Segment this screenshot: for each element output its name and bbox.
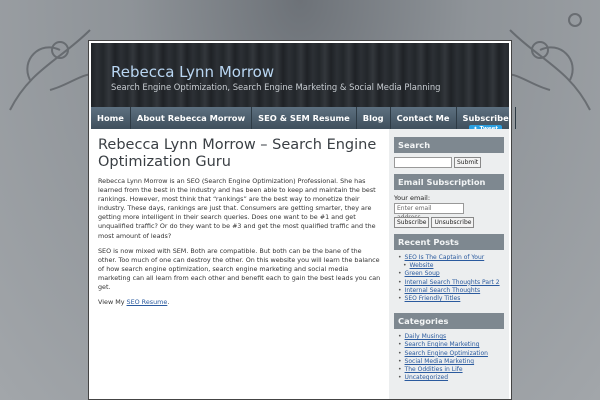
category-item[interactable]: Daily Musings — [398, 333, 504, 341]
site-header: Rebecca Lynn Morrow Search Engine Optimi… — [91, 43, 509, 107]
category-item[interactable]: Social Media Marketing — [398, 358, 504, 366]
nav-about[interactable]: About Rebecca Morrow — [131, 107, 253, 129]
nav-resume[interactable]: SEO & SEM Resume — [252, 107, 357, 129]
recent-post-item[interactable]: Internal Search Thoughts — [398, 287, 504, 295]
category-item[interactable]: Uncategorized — [398, 374, 504, 382]
search-input[interactable] — [394, 157, 452, 168]
email-input[interactable]: Enter email address... — [394, 203, 464, 221]
view-prefix: View My — [98, 298, 127, 307]
post-title: Rebecca Lynn Morrow – Search Engine Opti… — [98, 137, 377, 170]
site-description: Search Engine Optimization, Search Engin… — [111, 82, 441, 92]
email-subscription-widget: Email Subscription Your email: Enter ema… — [394, 174, 504, 228]
recent-post-item[interactable]: SEO Friendly Titles — [398, 295, 504, 303]
site-title[interactable]: Rebecca Lynn Morrow — [111, 63, 274, 81]
main-navigation: Home About Rebecca Morrow SEO & SEM Resu… — [91, 107, 516, 129]
recent-post-item[interactable]: Internal Search Thoughts Part 2 — [398, 279, 504, 287]
email-widget-title: Email Subscription — [394, 174, 504, 190]
subscribe-button[interactable]: Subscribe — [394, 217, 430, 228]
post-view-resume: View My SEO Resume. — [98, 298, 382, 307]
search-submit-button[interactable]: Submit — [454, 157, 482, 168]
category-item[interactable]: Search Engine Optimization — [398, 350, 504, 358]
categories-widget: Categories Daily Musings Search Engine M… — [394, 313, 504, 382]
nav-blog[interactable]: Blog — [357, 107, 391, 129]
view-suffix: . — [167, 298, 170, 307]
recent-post-item[interactable]: Green Soup — [398, 270, 504, 278]
recent-post-item[interactable]: SEO Is The Captain of Your — [398, 254, 504, 262]
post-paragraph-2: SEO is now mixed with SEM. Both are comp… — [98, 246, 381, 292]
categories-title: Categories — [394, 313, 504, 330]
recent-post-item[interactable]: Website — [398, 262, 504, 270]
recent-posts-widget: Recent Posts SEO Is The Captain of Your … — [394, 234, 504, 303]
email-label: Your email: — [394, 194, 431, 202]
search-widget: Search Submit — [394, 137, 504, 168]
category-item[interactable]: Search Engine Marketing — [398, 341, 504, 349]
category-item[interactable]: The Oddities in Life — [398, 366, 504, 374]
recent-posts-title: Recent Posts — [394, 234, 504, 250]
nav-home[interactable]: Home — [91, 107, 131, 129]
page-container: Rebecca Lynn Morrow Search Engine Optimi… — [88, 40, 516, 400]
nav-contact[interactable]: Contact Me — [391, 107, 457, 129]
sidebar: Search Submit Email Subscription Your em… — [389, 129, 509, 399]
search-widget-title: Search — [394, 137, 504, 153]
unsubscribe-button[interactable]: Unsubscribe — [431, 217, 475, 228]
main-content: Rebecca Lynn Morrow – Search Engine Opti… — [91, 129, 389, 399]
post-paragraph-1: Rebecca Lynn Morrow is an SEO (Search En… — [98, 177, 376, 240]
seo-resume-link[interactable]: SEO Resume — [127, 298, 168, 306]
